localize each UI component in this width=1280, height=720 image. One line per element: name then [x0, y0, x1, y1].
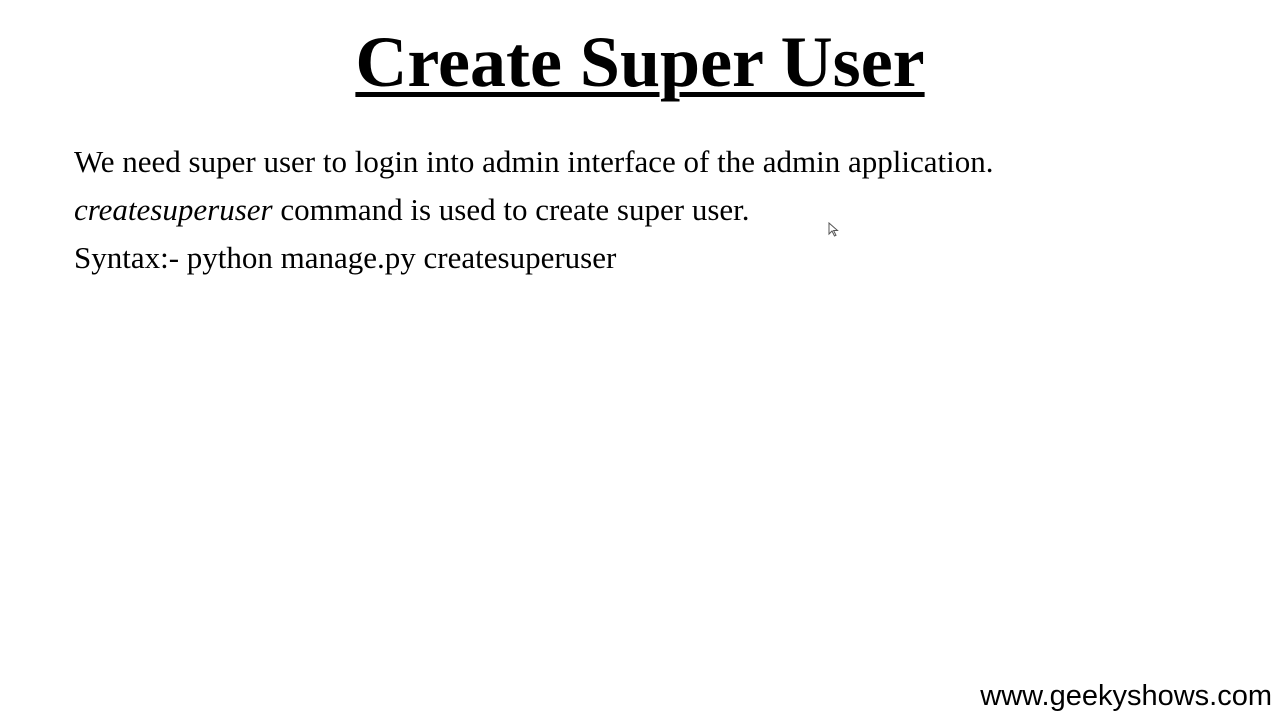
body-line-1-text: We need super user to login into admin i…: [74, 144, 994, 179]
slide-body: We need super user to login into admin i…: [74, 138, 1224, 282]
body-line-2: createsuperuser command is used to creat…: [74, 186, 1224, 234]
slide-title-text: Create Super User: [355, 22, 925, 102]
command-name: createsuperuser: [74, 192, 273, 227]
slide-title: Create Super User: [0, 22, 1280, 102]
body-line-2-text: command is used to create super user.: [272, 192, 750, 227]
body-line-1: We need super user to login into admin i…: [74, 138, 1224, 186]
mouse-pointer-icon: [828, 222, 839, 237]
syntax-line-text: Syntax:- python manage.py createsuperuse…: [74, 240, 617, 275]
footer-url: www.geekyshows.com: [980, 680, 1272, 712]
body-line-3: Syntax:- python manage.py createsuperuse…: [74, 234, 1224, 282]
slide: Create Super User We need super user to …: [0, 0, 1280, 720]
